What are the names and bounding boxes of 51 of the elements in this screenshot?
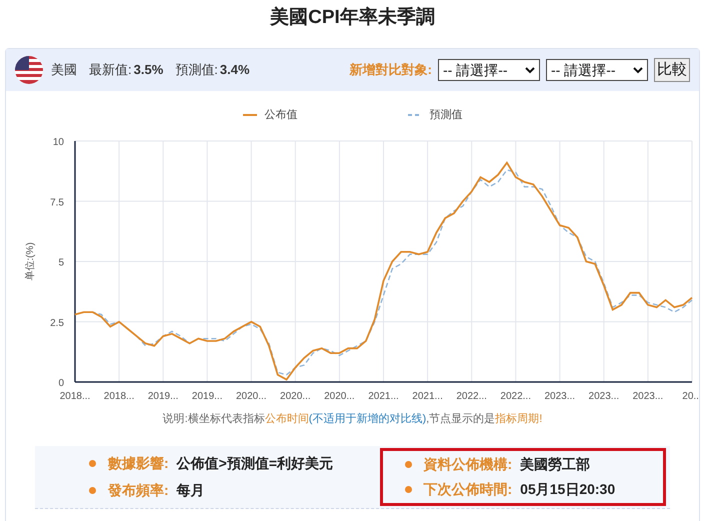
chevron-down-icon	[633, 66, 643, 74]
y-tick-label: 5	[58, 258, 64, 268]
x-tick-label: 2022...	[500, 391, 531, 399]
select-dropdown[interactable]: -- 請選擇--	[438, 59, 540, 81]
x-tick-label: 2022...	[456, 391, 487, 399]
y-tick-label: 0	[58, 378, 64, 389]
legend-item[interactable]: 公布值	[242, 107, 298, 123]
forecast-value: 3.4%	[220, 61, 250, 80]
x-tick-label: 2019...	[192, 391, 222, 399]
compare-label: 新增對比對象:	[350, 61, 432, 80]
y-tick-label: 2.5	[50, 318, 64, 329]
bullet-icon	[89, 460, 96, 466]
select-dropdown[interactable]: -- 請選擇--	[546, 59, 648, 81]
x-tick-label: 2018...	[60, 391, 90, 399]
latest-value: 3.5%	[134, 61, 164, 80]
x-tick-label: 2019...	[148, 391, 178, 399]
x-tick-label: 2021...	[412, 391, 443, 399]
info-value: 05月15日20:30	[520, 480, 616, 498]
latest-label: 最新值:	[89, 61, 132, 80]
info-value: 公佈值>預測值=利好美元	[176, 454, 334, 473]
bullet-icon	[404, 486, 412, 492]
info-label: 下次公佈時間:	[424, 480, 512, 498]
info-value: 每月	[176, 480, 205, 500]
x-tick-label: 2018...	[104, 391, 134, 399]
y-tick-label: 7.5	[50, 197, 64, 208]
y-axis-title: 单位:(%)	[25, 242, 36, 281]
y-tick-label: 10	[52, 137, 64, 148]
chevron-down-icon	[525, 66, 535, 74]
x-tick-label: 2021...	[368, 391, 399, 399]
x-tick-label: 2023...	[588, 391, 620, 399]
legend-label: 公布值	[264, 108, 298, 123]
x-tick-label: 2020...	[280, 391, 311, 399]
page-title: 美國CPI年率未季調	[270, 5, 435, 30]
x-tick-label: 20...	[682, 391, 699, 399]
compare-button[interactable]: 比較	[654, 58, 690, 82]
x-tick-label: 2020...	[236, 391, 267, 399]
forecast-label: 預測值:	[175, 61, 218, 80]
info-label: 數據影響:	[108, 454, 169, 472]
bullet-icon	[89, 486, 96, 494]
info-value: 美國勞工部	[520, 454, 590, 474]
bullet-icon	[404, 460, 412, 468]
legend-label: 預測值	[430, 108, 462, 123]
chart-note: 说明:横坐标代表指标公布时间(不适用于新增的对比线),节点显示的是指标周期!	[162, 412, 544, 427]
x-tick-label: 2023...	[632, 391, 664, 399]
info-label: 發布頻率:	[108, 480, 169, 500]
x-tick-label: 2023...	[544, 391, 576, 399]
legend-item[interactable]: 預測值	[408, 107, 462, 123]
info-label: 資料公佈機構:	[424, 454, 512, 474]
x-tick-label: 2020...	[324, 391, 355, 399]
country-name: 美國	[51, 61, 77, 80]
flag-icon	[15, 56, 43, 84]
